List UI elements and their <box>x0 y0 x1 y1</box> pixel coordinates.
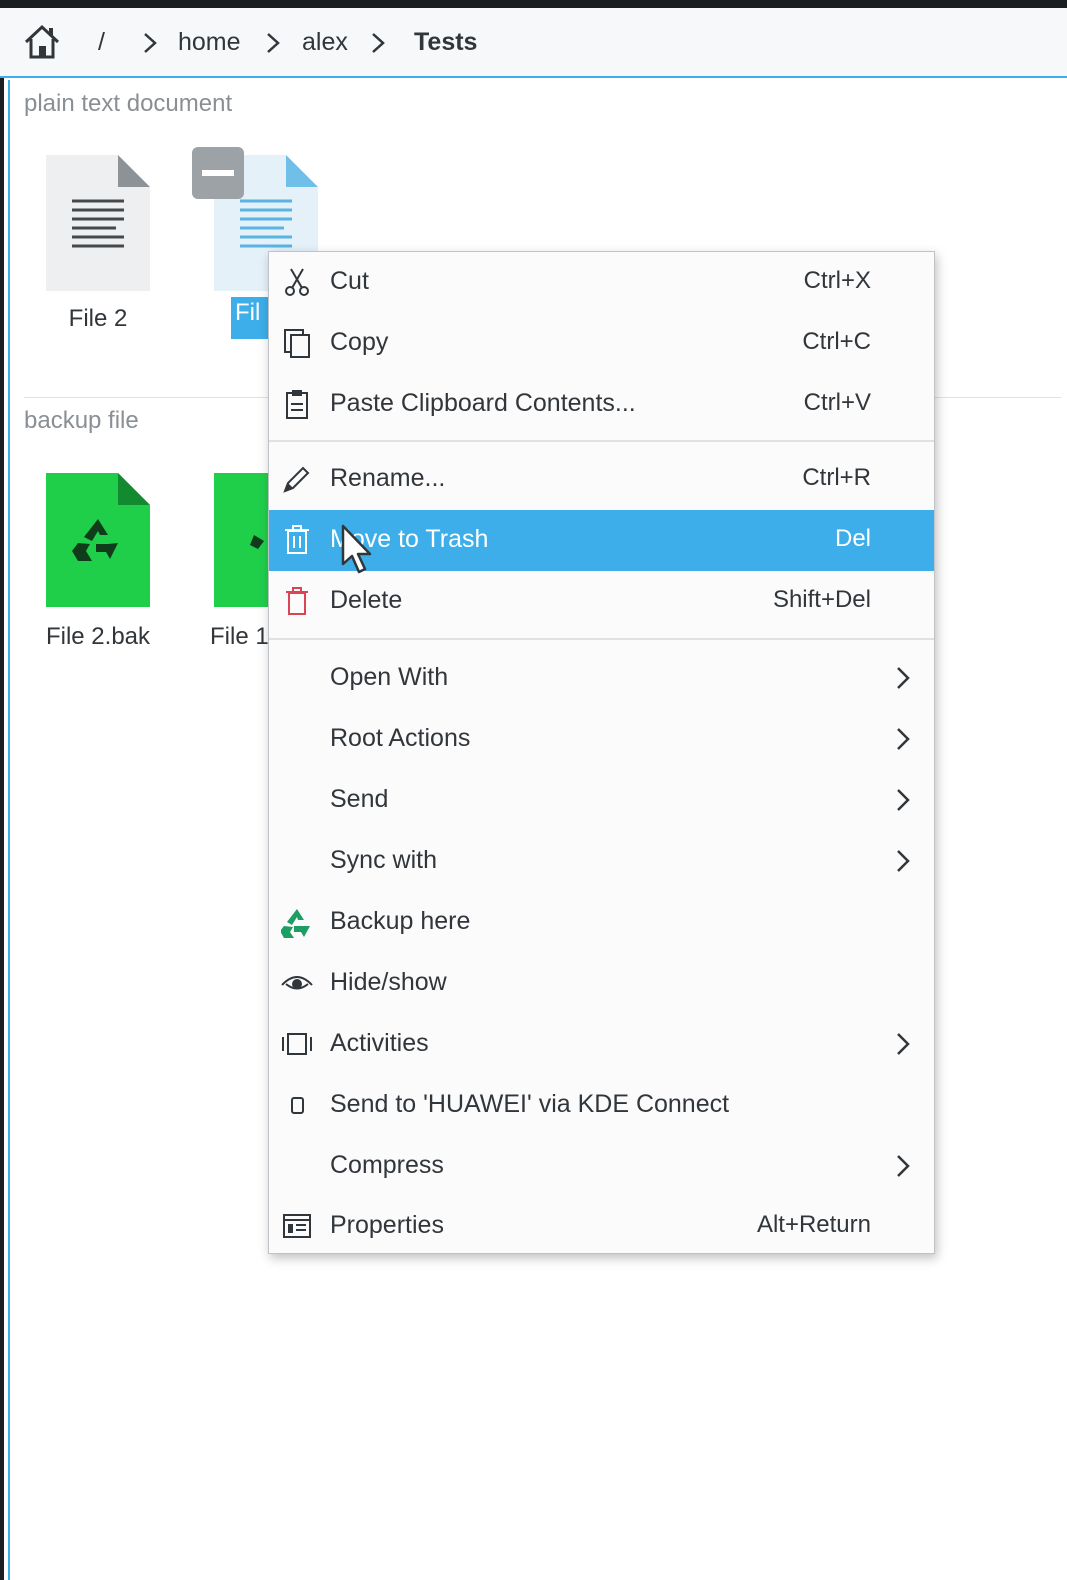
home-icon[interactable] <box>22 22 62 62</box>
menu-item-shortcut: Ctrl+C <box>802 328 871 355</box>
menu-item-activities[interactable]: Activities <box>269 1014 934 1075</box>
recycle-icon <box>281 909 310 938</box>
menu-item-label: Paste Clipboard Contents... <box>330 389 636 417</box>
chevron-right-icon <box>897 1033 910 1055</box>
properties-icon <box>283 1214 311 1238</box>
menu-item-label: Compress <box>330 1151 444 1179</box>
menu-item-label: Hide/show <box>330 968 447 996</box>
menu-separator <box>269 638 934 640</box>
menu-item-backup-here[interactable]: Backup here <box>269 892 934 953</box>
context-menu: Cut Ctrl+X Copy Ctrl+C Paste Clipboard C… <box>268 251 935 1254</box>
file-label[interactable]: File 2.bak <box>26 623 170 651</box>
menu-item-label: Send to 'HUAWEI' via KDE Connect <box>330 1090 730 1118</box>
menu-item-send[interactable]: Send <box>269 770 934 831</box>
group-label-backup: backup file <box>24 407 139 434</box>
breadcrumb-alex[interactable]: alex <box>302 28 348 57</box>
phone-icon <box>291 1097 304 1114</box>
deselect-minus-icon[interactable] <box>192 147 244 199</box>
menu-item-label: Properties <box>330 1211 444 1239</box>
menu-item-shortcut: Alt+Return <box>756 1211 871 1238</box>
menu-item-cut[interactable]: Cut Ctrl+X <box>269 252 934 313</box>
menu-item-copy[interactable]: Copy Ctrl+C <box>269 313 934 374</box>
menu-item-properties[interactable]: Properties Alt+Return <box>269 1196 934 1257</box>
menu-item-label: Send <box>330 785 389 813</box>
menu-item-label: Root Actions <box>330 724 471 752</box>
breadcrumb: / home alex Tests <box>0 8 1067 78</box>
window-left-edge <box>0 78 4 1580</box>
breadcrumb-root[interactable]: / <box>98 28 105 57</box>
copy-icon <box>284 329 310 358</box>
file-label[interactable]: File 1 <box>210 623 268 651</box>
chevron-right-icon <box>897 850 910 872</box>
menu-item-label: Cut <box>330 267 369 295</box>
menu-item-sync-with[interactable]: Sync with <box>269 831 934 892</box>
menu-item-open-with[interactable]: Open With <box>269 648 934 709</box>
menu-separator <box>269 440 934 442</box>
backup-file-icon[interactable] <box>46 473 150 607</box>
chevron-right-icon <box>372 33 385 53</box>
menu-item-shortcut: Ctrl+X <box>803 267 871 294</box>
breadcrumb-home[interactable]: home <box>178 28 241 57</box>
menu-item-label: Sync with <box>330 846 437 874</box>
chevron-right-icon <box>144 33 157 53</box>
pencil-icon <box>283 466 310 493</box>
menu-item-shortcut: Shift+Del <box>772 586 871 613</box>
window-top-strip <box>0 0 1067 8</box>
activities-icon <box>282 1033 312 1055</box>
menu-item-kde-connect[interactable]: Send to 'HUAWEI' via KDE Connect <box>269 1075 934 1136</box>
text-document-icon[interactable] <box>46 155 150 291</box>
menu-item-shortcut: Del <box>834 525 871 552</box>
menu-item-label: Copy <box>330 328 389 356</box>
mouse-cursor-icon <box>341 524 372 574</box>
scissors-icon <box>285 268 309 296</box>
file-label[interactable]: File 2 <box>46 305 150 333</box>
chevron-right-icon <box>897 728 910 750</box>
trash-icon <box>285 525 309 554</box>
menu-item-shortcut: Ctrl+R <box>802 464 871 491</box>
menu-item-label: Delete <box>330 586 403 614</box>
menu-item-hide-show[interactable]: Hide/show <box>269 953 934 1014</box>
menu-item-label: Backup here <box>330 907 471 935</box>
backup-file-icon[interactable] <box>214 473 268 607</box>
chevron-right-icon <box>897 789 910 811</box>
delete-icon <box>286 587 308 615</box>
menu-item-label: Rename... <box>330 464 446 492</box>
chevron-right-icon <box>897 667 910 689</box>
paste-icon <box>286 390 308 419</box>
menu-item-paste[interactable]: Paste Clipboard Contents... Ctrl+V <box>269 374 934 435</box>
eye-icon <box>281 976 313 990</box>
chevron-right-icon <box>897 1155 910 1177</box>
group-label-plain-text: plain text document <box>24 90 233 117</box>
menu-item-rename[interactable]: Rename... Ctrl+R <box>269 449 934 510</box>
menu-item-delete[interactable]: Delete Shift+Del <box>269 571 934 632</box>
chevron-right-icon <box>267 33 280 53</box>
menu-item-compress[interactable]: Compress <box>269 1136 934 1197</box>
menu-item-label: Open With <box>330 663 449 691</box>
breadcrumb-current[interactable]: Tests <box>414 28 477 57</box>
menu-item-label: Activities <box>330 1029 429 1057</box>
selected-file-label[interactable]: Fil <box>231 297 271 339</box>
menu-item-shortcut: Ctrl+V <box>803 389 871 416</box>
menu-item-root-actions[interactable]: Root Actions <box>269 709 934 770</box>
